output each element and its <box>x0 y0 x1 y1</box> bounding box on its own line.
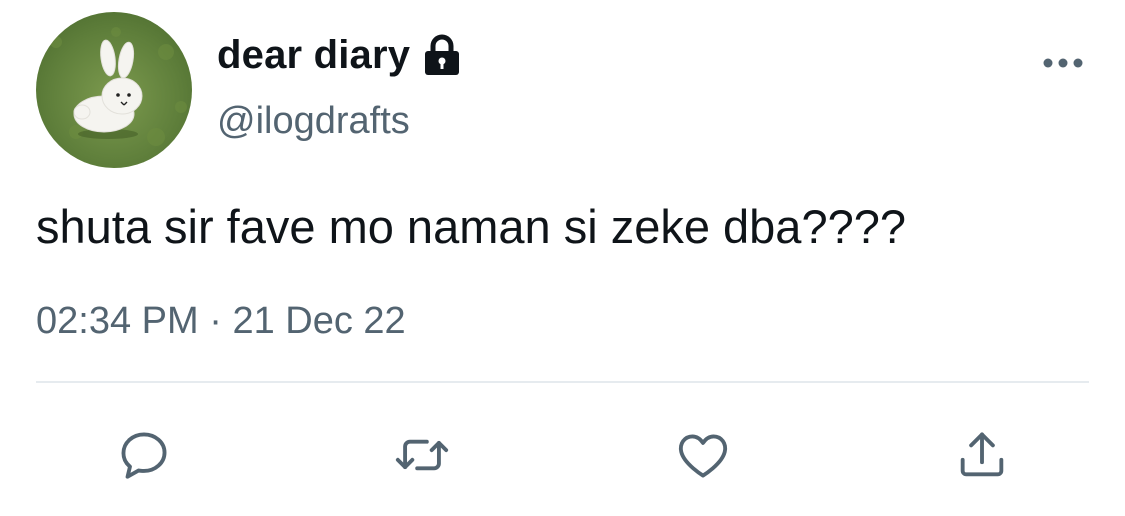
tweet-card: dear diary @ilogdrafts shuta sir fave mo… <box>0 0 1125 516</box>
more-icon <box>1043 58 1083 68</box>
avatar-image <box>36 12 192 168</box>
divider <box>36 381 1089 383</box>
more-options-button[interactable] <box>1038 48 1088 78</box>
retweet-button[interactable] <box>391 424 453 486</box>
like-button[interactable] <box>672 424 734 486</box>
tweet-metadata: 02:34 PM · 21 Dec 22 <box>36 298 406 344</box>
tweet-time[interactable]: 02:34 PM <box>36 300 199 342</box>
share-button[interactable] <box>951 424 1013 486</box>
retweet-icon <box>395 439 449 471</box>
tweet-date[interactable]: 21 Dec 22 <box>232 300 405 342</box>
like-icon <box>678 434 728 478</box>
user-handle[interactable]: @ilogdrafts <box>217 98 410 144</box>
avatar[interactable] <box>36 12 192 168</box>
meta-separator: · <box>209 300 222 342</box>
share-icon <box>960 432 1004 477</box>
display-name[interactable]: dear diary <box>217 31 410 79</box>
reply-icon <box>121 432 167 479</box>
reply-button[interactable] <box>113 424 175 486</box>
lock-icon <box>425 34 460 75</box>
name-row: dear diary <box>217 31 462 79</box>
tweet-text: shuta sir fave mo naman si zeke dba???? <box>36 200 907 253</box>
